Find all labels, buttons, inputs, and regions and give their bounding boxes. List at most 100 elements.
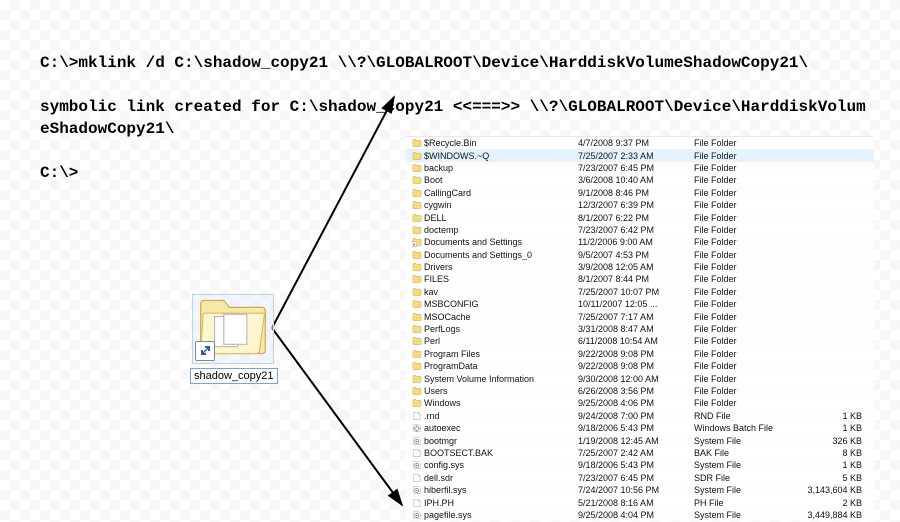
- file-date: 10/11/2007 12:05 ...: [578, 299, 694, 309]
- file-row[interactable]: doctemp7/23/2007 6:42 PMFile Folder: [406, 224, 874, 236]
- folder-icon: [410, 274, 424, 284]
- file-name: ProgramData: [424, 361, 578, 371]
- file-name: cygwin: [424, 200, 578, 210]
- file-row[interactable]: cygwin12/3/2007 6:39 PMFile Folder: [406, 199, 874, 211]
- folder-icon: [410, 336, 424, 346]
- file-type: File Folder: [694, 213, 796, 223]
- file-name: System Volume Information: [424, 374, 578, 384]
- file-name: kav: [424, 287, 578, 297]
- file-row[interactable]: hiberfil.sys7/24/2007 10:56 PMSystem Fil…: [406, 484, 874, 496]
- file-size: 8 KB: [796, 448, 868, 458]
- file-row[interactable]: ProgramData9/22/2008 9:08 PMFile Folder: [406, 360, 874, 372]
- file-date: 5/21/2008 8:16 AM: [578, 498, 694, 508]
- cmd-line-3: C:\>: [40, 164, 78, 182]
- file-type: System File: [694, 460, 796, 470]
- file-size: 3,143,604 KB: [796, 485, 868, 495]
- file-name: Documents and Settings_0: [424, 250, 578, 260]
- file-row[interactable]: kav7/25/2007 10:07 PMFile Folder: [406, 286, 874, 298]
- folder-icon: [410, 200, 424, 210]
- file-name: Drivers: [424, 262, 578, 272]
- cmd-line-2: symbolic link created for C:\shadow_copy…: [40, 98, 866, 138]
- folder-shortcut[interactable]: shadow_copy21: [190, 294, 276, 384]
- file-row[interactable]: System Volume Information9/30/2008 12:00…: [406, 372, 874, 384]
- file-type: File Folder: [694, 324, 796, 334]
- file-type: File Folder: [694, 374, 796, 384]
- folder-icon: [410, 262, 424, 272]
- file-row[interactable]: $Recycle.Bin4/7/2008 9:37 PMFile Folder: [406, 137, 874, 149]
- file-type: System File: [694, 436, 796, 446]
- file-icon: [410, 498, 424, 508]
- file-type: File Folder: [694, 200, 796, 210]
- batch-icon: [410, 423, 424, 433]
- folder-icon: [410, 250, 424, 260]
- file-name: bootmgr: [424, 436, 578, 446]
- file-date: 9/25/2008 4:06 PM: [578, 398, 694, 408]
- file-date: 8/1/2007 6:22 PM: [578, 213, 694, 223]
- file-name: Users: [424, 386, 578, 396]
- file-date: 3/31/2008 8:47 AM: [578, 324, 694, 334]
- file-date: 7/25/2007 7:17 AM: [578, 312, 694, 322]
- file-date: 9/18/2006 5:43 PM: [578, 460, 694, 470]
- file-row[interactable]: backup7/23/2007 6:45 PMFile Folder: [406, 162, 874, 174]
- file-row[interactable]: PerfLogs3/31/2008 8:47 AMFile Folder: [406, 323, 874, 335]
- file-row[interactable]: Boot3/6/2008 10:40 AMFile Folder: [406, 174, 874, 186]
- file-name: pagefile.sys: [424, 510, 578, 520]
- folder-icon: [410, 398, 424, 408]
- file-type: File Folder: [694, 349, 796, 359]
- file-row[interactable]: MSBCONFIG10/11/2007 12:05 ...File Folder: [406, 298, 874, 310]
- file-type: File Folder: [694, 336, 796, 346]
- file-date: 1/19/2008 12:45 AM: [578, 436, 694, 446]
- cmd-line-1: C:\>mklink /d C:\shadow_copy21 \\?\GLOBA…: [40, 54, 808, 72]
- file-date: 12/3/2007 6:39 PM: [578, 200, 694, 210]
- file-icon: [410, 448, 424, 458]
- file-row[interactable]: pagefile.sys9/25/2008 4:04 PMSystem File…: [406, 509, 874, 521]
- file-name: PerfLogs: [424, 324, 578, 334]
- file-row[interactable]: Users6/26/2008 3:56 PMFile Folder: [406, 385, 874, 397]
- file-type: File Folder: [694, 312, 796, 322]
- file-name: $WINDOWS.~Q: [424, 151, 578, 161]
- file-row[interactable]: Program Files9/22/2008 9:08 PMFile Folde…: [406, 348, 874, 360]
- file-date: 11/2/2006 9:00 AM: [578, 237, 694, 247]
- file-row[interactable]: dell.sdr7/23/2007 6:45 PMSDR File5 KB: [406, 472, 874, 484]
- file-row[interactable]: Documents and Settings11/2/2006 9:00 AMF…: [406, 236, 874, 248]
- folder-icon: [410, 374, 424, 384]
- folder-icon: [410, 287, 424, 297]
- file-list[interactable]: $Recycle.Bin4/7/2008 9:37 PMFile Folder$…: [406, 136, 874, 517]
- file-row[interactable]: autoexec9/18/2006 5:43 PMWindows Batch F…: [406, 422, 874, 434]
- file-row[interactable]: Perl6/11/2008 10:54 AMFile Folder: [406, 335, 874, 347]
- folder-icon: [410, 361, 424, 371]
- sys-icon: [410, 485, 424, 495]
- file-date: 9/25/2008 4:04 PM: [578, 510, 694, 520]
- file-name: $Recycle.Bin: [424, 138, 578, 148]
- file-name: config.sys: [424, 460, 578, 470]
- file-row[interactable]: Windows9/25/2008 4:06 PMFile Folder: [406, 397, 874, 409]
- file-name: Windows: [424, 398, 578, 408]
- file-name: backup: [424, 163, 578, 173]
- file-row[interactable]: BOOTSECT.BAK7/25/2007 2:42 AMBAK File8 K…: [406, 447, 874, 459]
- file-type: File Folder: [694, 138, 796, 148]
- file-date: 9/1/2008 8:46 PM: [578, 188, 694, 198]
- file-row[interactable]: .rnd9/24/2008 7:00 PMRND File1 KB: [406, 410, 874, 422]
- file-row[interactable]: bootmgr1/19/2008 12:45 AMSystem File326 …: [406, 434, 874, 446]
- sys-icon: [410, 436, 424, 446]
- file-date: 4/7/2008 9:37 PM: [578, 138, 694, 148]
- folder-icon: [410, 225, 424, 235]
- folder-shortcut-icon: [192, 294, 274, 364]
- file-row[interactable]: IPH.PH5/21/2008 8:16 AMPH File2 KB: [406, 496, 874, 508]
- file-type: Windows Batch File: [694, 423, 796, 433]
- file-row[interactable]: DELL8/1/2007 6:22 PMFile Folder: [406, 211, 874, 223]
- file-row[interactable]: config.sys9/18/2006 5:43 PMSystem File1 …: [406, 459, 874, 471]
- file-row[interactable]: MSOCache7/25/2007 7:17 AMFile Folder: [406, 310, 874, 322]
- folder-icon: [410, 386, 424, 396]
- sys-icon: [410, 460, 424, 470]
- file-row[interactable]: CallingCard9/1/2008 8:46 PMFile Folder: [406, 187, 874, 199]
- file-row[interactable]: FILES8/1/2007 8:44 PMFile Folder: [406, 273, 874, 285]
- folder-icon: [410, 299, 424, 309]
- file-row[interactable]: Documents and Settings_09/5/2007 4:53 PM…: [406, 249, 874, 261]
- file-type: File Folder: [694, 398, 796, 408]
- file-date: 7/25/2007 2:33 AM: [578, 151, 694, 161]
- file-name: DELL: [424, 213, 578, 223]
- file-row[interactable]: $WINDOWS.~Q7/25/2007 2:33 AMFile Folder: [406, 149, 874, 161]
- file-type: File Folder: [694, 287, 796, 297]
- file-row[interactable]: Drivers3/9/2008 12:05 AMFile Folder: [406, 261, 874, 273]
